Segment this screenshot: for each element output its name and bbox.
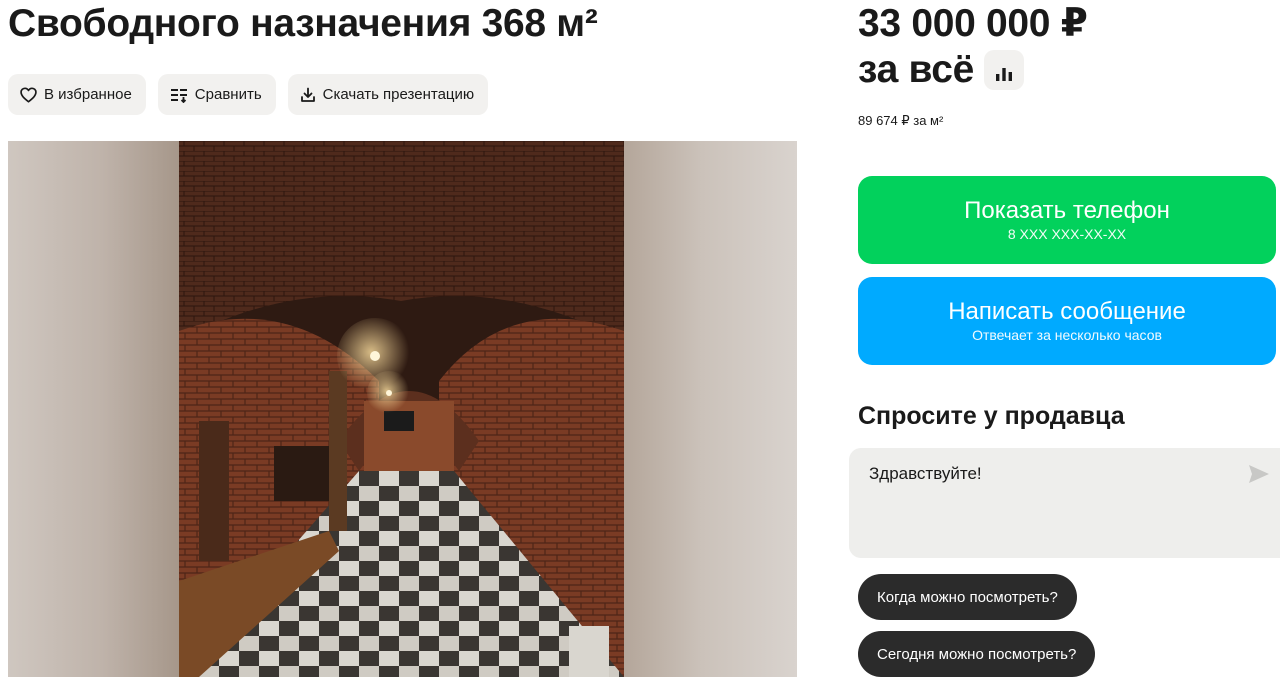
gallery-blur-left (8, 141, 179, 677)
compare-label: Сравнить (194, 86, 262, 103)
ask-seller-input[interactable]: Здравствуйте! (849, 448, 1280, 558)
show-phone-label: Показать телефон (964, 197, 1170, 224)
favorite-button[interactable]: В избранное (8, 74, 146, 115)
price-amount: 33 000 000 ₽ (858, 2, 1088, 45)
listing-actions: В избранное Сравнить Скачать презентацию (8, 74, 489, 115)
ask-seller-title: Спросите у продавца (858, 402, 1125, 430)
price-suffix-row: за всё (858, 48, 1024, 92)
compare-button[interactable]: Сравнить (157, 74, 276, 115)
write-message-button[interactable]: Написать сообщение Отвечает за несколько… (858, 277, 1276, 365)
phone-masked: 8 XXX XXX-XX-XX (1007, 226, 1127, 242)
show-phone-button[interactable]: Показать телефон 8 XXX XXX-XX-XX (858, 176, 1276, 264)
price-history-button[interactable] (983, 48, 1024, 92)
price-per-sqm: 89 674 ₽ за м² (858, 113, 944, 128)
quick-question-chip[interactable]: Сегодня можно посмотреть? (858, 631, 1096, 677)
heart-icon (20, 86, 37, 103)
ask-seller-text: Здравствуйте! (869, 464, 982, 483)
response-time-note: Отвечает за несколько часов (972, 327, 1162, 343)
listing-photo[interactable] (179, 141, 624, 677)
favorite-label: В избранное (44, 86, 132, 103)
price-suffix: за всё (858, 48, 974, 91)
download-label: Скачать презентацию (322, 86, 475, 103)
write-message-label: Написать сообщение (948, 298, 1186, 325)
bar-chart-icon (995, 48, 1013, 92)
download-presentation-button[interactable]: Скачать презентацию (287, 74, 489, 115)
photo-gallery[interactable] (8, 141, 797, 677)
quick-question-chip[interactable]: Когда можно посмотреть? (858, 574, 1077, 620)
compare-icon (170, 87, 188, 103)
send-icon[interactable] (1248, 464, 1270, 489)
gallery-blur-right (624, 141, 797, 677)
download-icon (300, 87, 316, 103)
page-title: Свободного назначения 368 м² (8, 2, 598, 45)
